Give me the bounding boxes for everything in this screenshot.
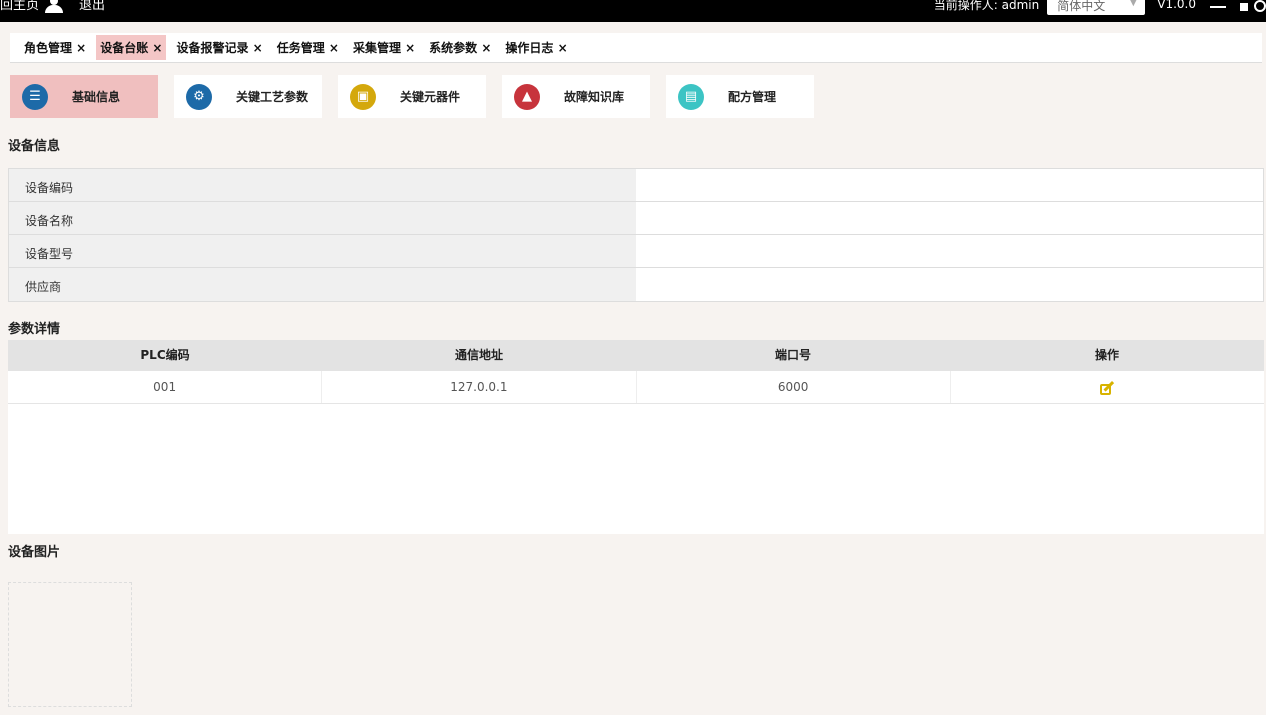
chevron-down-icon: ▼ [1129, 0, 1138, 8]
device-info-table: 设备编码 设备名称 设备型号 供应商 [8, 168, 1264, 302]
action-cell [951, 371, 1264, 403]
tab-operation-log[interactable]: 操作日志 × [501, 35, 571, 60]
nav-basic-info[interactable]: ☰ 基础信息 [10, 75, 158, 118]
nav-key-process-params[interactable]: ⚙ 关键工艺参数 [174, 75, 322, 118]
table-row: 供应商 [9, 268, 1263, 301]
device-image-placeholder[interactable] [8, 582, 132, 707]
device-code-value [636, 169, 1263, 201]
plc-code-cell: 001 [8, 371, 323, 403]
chip-icon: ▣ [350, 83, 376, 110]
nav-label: 基础信息 [72, 90, 121, 104]
top-bar-right: 当前操作人: admin 简体中文 ▼ V1.0.0 [934, 0, 1266, 15]
table-row: 设备型号 [9, 235, 1263, 268]
warning-icon: ▲ [514, 83, 540, 110]
tab-device-ledger[interactable]: 设备台账 × [96, 35, 167, 60]
column-header: 操作 [1094, 348, 1119, 362]
column-header: PLC编码 [140, 348, 190, 362]
supplier-value [636, 268, 1263, 301]
nav-key-components[interactable]: ▣ 关键元器件 [338, 75, 486, 118]
device-name-value [636, 202, 1263, 234]
top-bar-left: 回主页 退出 [0, 0, 115, 13]
field-label: 供应商 [9, 268, 636, 301]
power-icon[interactable] [1238, 0, 1266, 12]
language-select[interactable]: 简体中文 ▼ [1047, 0, 1146, 15]
params-title: 参数详情 [8, 322, 61, 337]
table-row: 设备编码 [9, 169, 1263, 202]
field-label: 设备名称 [9, 202, 636, 234]
list-icon: ☰ [22, 83, 48, 110]
tab-role-management[interactable]: 角色管理 × [20, 35, 90, 60]
tab-collection-management[interactable]: 采集管理 × [349, 35, 419, 60]
nav-fault-knowledge[interactable]: ▲ 故障知识库 [502, 75, 650, 118]
tab-bar: 角色管理 × 设备台账 × 设备报警记录 × 任务管理 × 采集管理 × 系统参… [10, 33, 1262, 63]
table-header: PLC编码 通信地址 端口号 操作 [8, 340, 1264, 371]
gear-icon: ⚙ [186, 83, 212, 110]
column-header: 通信地址 [454, 348, 503, 362]
operator-label: 当前操作人: admin [933, 0, 1040, 12]
home-link-label: 回主页 [0, 0, 40, 13]
nav-label: 关键元器件 [400, 90, 461, 104]
language-value: 简体中文 [1057, 0, 1106, 13]
home-link[interactable]: 回主页 [0, 0, 69, 13]
params-table: PLC编码 通信地址 端口号 操作 001 127.0.0.1 6000 [8, 340, 1264, 534]
menu-icon[interactable] [1210, 0, 1226, 10]
user-icon [43, 0, 65, 13]
section-nav: ☰ 基础信息 ⚙ 关键工艺参数 ▣ 关键元器件 ▲ 故障知识库 ▤ 配方管理 [10, 75, 830, 119]
port-cell: 6000 [637, 371, 951, 403]
logout-label: 退出 [79, 0, 106, 13]
nav-label: 故障知识库 [564, 90, 625, 104]
field-label: 设备编码 [9, 169, 636, 201]
table-row: 001 127.0.0.1 6000 [8, 371, 1264, 404]
device-model-value [636, 235, 1263, 267]
table-row: 设备名称 [9, 202, 1263, 235]
edit-icon[interactable] [1100, 380, 1115, 395]
device-info-title: 设备信息 [8, 139, 61, 154]
save-icon: ▤ [678, 83, 704, 110]
column-header: 端口号 [774, 348, 811, 362]
top-bar: 回主页 退出 当前操作人: admin 简体中文 ▼ V1.0.0 [0, 0, 1266, 22]
tab-device-alarm-records[interactable]: 设备报警记录 × [172, 35, 266, 60]
image-section-title: 设备图片 [8, 545, 61, 560]
field-label: 设备型号 [9, 235, 636, 267]
tab-task-management[interactable]: 任务管理 × [273, 35, 343, 60]
version-label: V1.0.0 [1157, 0, 1196, 11]
tab-system-parameters[interactable]: 系统参数 × [425, 35, 495, 60]
address-cell: 127.0.0.1 [322, 371, 637, 403]
nav-recipe-management[interactable]: ▤ 配方管理 [666, 75, 814, 118]
nav-label: 关键工艺参数 [236, 90, 309, 104]
logout-link[interactable]: 退出 [79, 0, 105, 13]
nav-label: 配方管理 [728, 90, 777, 104]
